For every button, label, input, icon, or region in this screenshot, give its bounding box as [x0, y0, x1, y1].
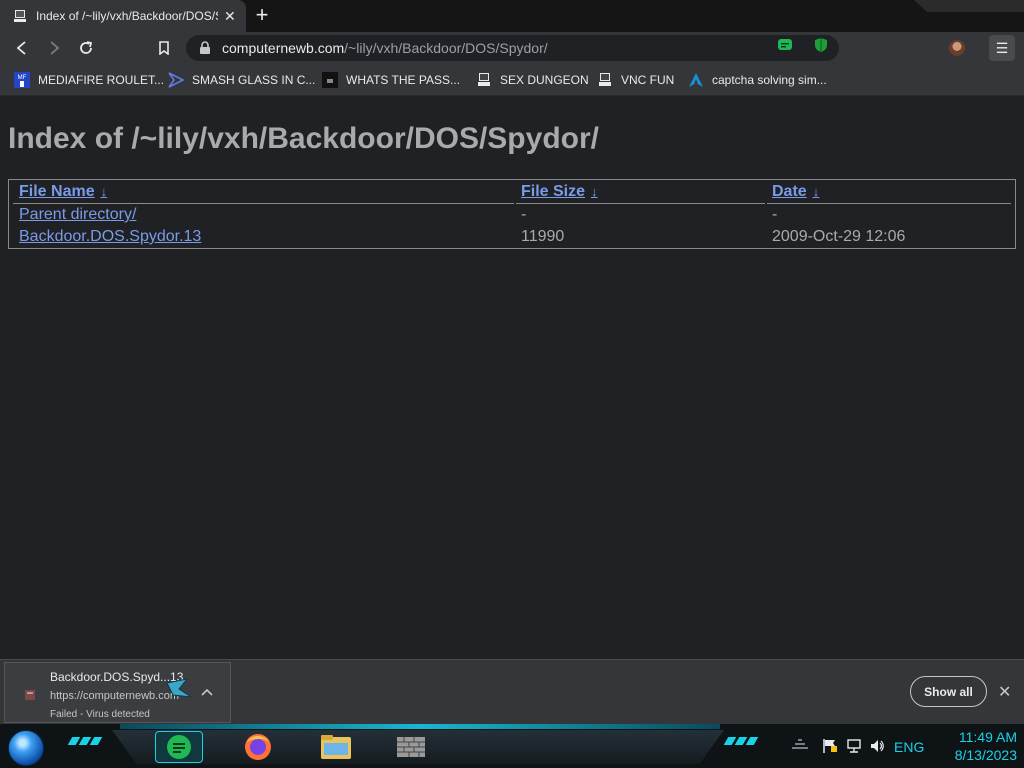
bookmark-label: SEX DUNGEON — [500, 73, 589, 87]
clock-time: 11:49 AM — [958, 729, 1017, 745]
bookmark-label: MEDIAFIRE ROULET... — [38, 73, 165, 87]
file-size: 11990 — [521, 228, 565, 245]
volume-icon[interactable] — [869, 738, 885, 757]
brick-wall-icon — [397, 737, 425, 757]
back-button[interactable] — [10, 36, 34, 60]
tray-chevron-icon[interactable] — [790, 738, 810, 753]
computer-icon — [12, 8, 28, 24]
language-indicator[interactable]: ENG — [894, 739, 924, 755]
back-arrow-icon — [16, 41, 26, 55]
taskbar-app-firefox[interactable] — [234, 731, 282, 763]
page-title: Index of /~lily/vxh/Backdoor/DOS/Spydor/ — [8, 122, 599, 155]
download-filename: Backdoor.DOS.Spyd...13 — [50, 670, 184, 684]
forward-button[interactable] — [42, 36, 66, 60]
bookmark-item[interactable]: SEX DUNGEON — [476, 71, 589, 89]
taskbar: ENG 11:49 AM 8/13/2023 — [0, 724, 1024, 768]
profile-avatar[interactable] — [949, 40, 965, 56]
taskbar-decoration — [723, 737, 759, 749]
clock-date: 8/13/2023 — [954, 747, 1017, 763]
extension-shield-icon[interactable] — [813, 37, 829, 53]
page-content: Index of /~lily/vxh/Backdoor/DOS/Spydor/… — [0, 96, 1024, 659]
dark-icon — [322, 72, 338, 88]
tab-active[interactable]: Index of /~lily/vxh/Backdoor/DOS/Spydor/… — [0, 0, 246, 32]
lock-icon — [200, 41, 210, 54]
taskbar-app-explorer[interactable] — [312, 731, 360, 763]
forward-arrow-icon — [50, 41, 60, 55]
screen: Index of /~lily/vxh/Backdoor/DOS/Spydor/… — [0, 0, 1024, 768]
bookmark-item[interactable]: captcha solving sim... — [688, 71, 827, 89]
url-text: computernewb.com/~lily/vxh/Backdoor/DOS/… — [222, 40, 548, 56]
bookmark-item[interactable]: VNC FUN — [597, 71, 674, 89]
url-path: /~lily/vxh/Backdoor/DOS/Spydor/ — [344, 40, 548, 56]
column-divider — [765, 202, 767, 204]
file-date: 2009-Oct-29 12:06 — [772, 228, 906, 245]
header-date[interactable]: Date ↓ — [772, 183, 819, 201]
download-status: Failed - Virus detected — [50, 709, 150, 720]
show-all-button[interactable]: Show all — [910, 676, 987, 707]
reload-icon — [80, 41, 93, 54]
close-icon[interactable]: ✕ — [998, 682, 1011, 702]
bookmark-item[interactable]: MF MEDIAFIRE ROULET... — [14, 71, 164, 89]
arch-icon — [688, 72, 704, 88]
taskbar-decoration — [67, 737, 103, 749]
download-url: https://computernewb.com — [50, 690, 180, 702]
start-button[interactable] — [8, 730, 44, 766]
firefox-icon — [245, 734, 271, 760]
file-size: - — [521, 206, 527, 223]
new-tab-button[interactable]: + — [251, 4, 273, 26]
tab-close-icon[interactable]: ✕ — [224, 8, 236, 25]
header-divider — [13, 203, 1011, 204]
column-divider — [514, 202, 516, 204]
chat-app-icon — [167, 735, 191, 759]
sort-arrow-icon: ↓ — [100, 184, 108, 199]
address-bar[interactable]: computernewb.com/~lily/vxh/Backdoor/DOS/… — [186, 35, 839, 61]
toolbar: computernewb.com/~lily/vxh/Backdoor/DOS/… — [0, 32, 1024, 64]
menu-button[interactable]: ☰ — [989, 35, 1015, 61]
taskbar-app-chat[interactable] — [155, 731, 203, 763]
file-link[interactable]: Parent directory/ — [19, 206, 136, 224]
bookmark-button[interactable] — [152, 36, 176, 60]
bookmark-label: captcha solving sim... — [712, 73, 827, 87]
header-file-size[interactable]: File Size ↓ — [521, 183, 598, 201]
taskbar-app-firewall[interactable] — [387, 731, 435, 763]
taskbar-glow — [120, 724, 720, 729]
url-domain: computernewb.com — [222, 40, 345, 56]
computer-icon — [597, 72, 613, 88]
bookmark-item[interactable]: SMASH GLASS IN C... — [168, 71, 315, 89]
bookmarks-bar: MF MEDIAFIRE ROULET... SMASH GLASS IN C.… — [0, 64, 1024, 96]
system-clock[interactable]: 11:49 AM 8/13/2023 — [935, 728, 1017, 764]
sort-arrow-icon: ↓ — [812, 184, 820, 199]
computer-icon — [476, 72, 492, 88]
header-date-label: Date — [772, 183, 807, 200]
file-listing-table: File Name ↓ File Size ↓ Date ↓ Parent direc… — [8, 179, 1016, 249]
download-item[interactable]: Backdoor.DOS.Spyd...13 https://computern… — [4, 662, 231, 723]
file-icon — [25, 690, 35, 700]
chevron-up-icon[interactable] — [201, 685, 213, 699]
bookmark-label: WHATS THE PASS... — [346, 73, 461, 87]
header-file-size-label: File Size — [521, 183, 586, 200]
mediafire-icon: MF — [14, 72, 30, 88]
svg-text:MF: MF — [18, 75, 27, 81]
network-icon[interactable] — [846, 738, 862, 757]
sort-arrow-icon: ↓ — [591, 184, 598, 199]
bookmark-label: SMASH GLASS IN C... — [192, 73, 316, 87]
vs-icon — [168, 72, 184, 88]
tab-title: Index of /~lily/vxh/Backdoor/DOS/Spydor/ — [36, 9, 218, 23]
tab-strip: Index of /~lily/vxh/Backdoor/DOS/Spydor/… — [0, 0, 1024, 32]
mouse-cursor-icon — [166, 678, 192, 698]
window-decoration — [914, 0, 1024, 12]
bookmark-icon — [159, 41, 169, 55]
file-date: - — [772, 206, 778, 223]
file-link[interactable]: Backdoor.DOS.Spydor.13 — [19, 228, 201, 246]
bookmark-label: VNC FUN — [621, 73, 675, 87]
reload-button[interactable] — [74, 36, 98, 60]
header-file-name[interactable]: File Name ↓ — [19, 183, 107, 201]
download-shelf: Backdoor.DOS.Spyd...13 https://computern… — [0, 659, 1024, 724]
folder-icon — [321, 735, 351, 759]
extension-chat-icon[interactable] — [777, 37, 793, 53]
header-file-name-label: File Name — [19, 183, 95, 200]
bookmark-item[interactable]: WHATS THE PASS... — [322, 71, 460, 89]
action-center-flag-icon[interactable] — [822, 738, 838, 757]
